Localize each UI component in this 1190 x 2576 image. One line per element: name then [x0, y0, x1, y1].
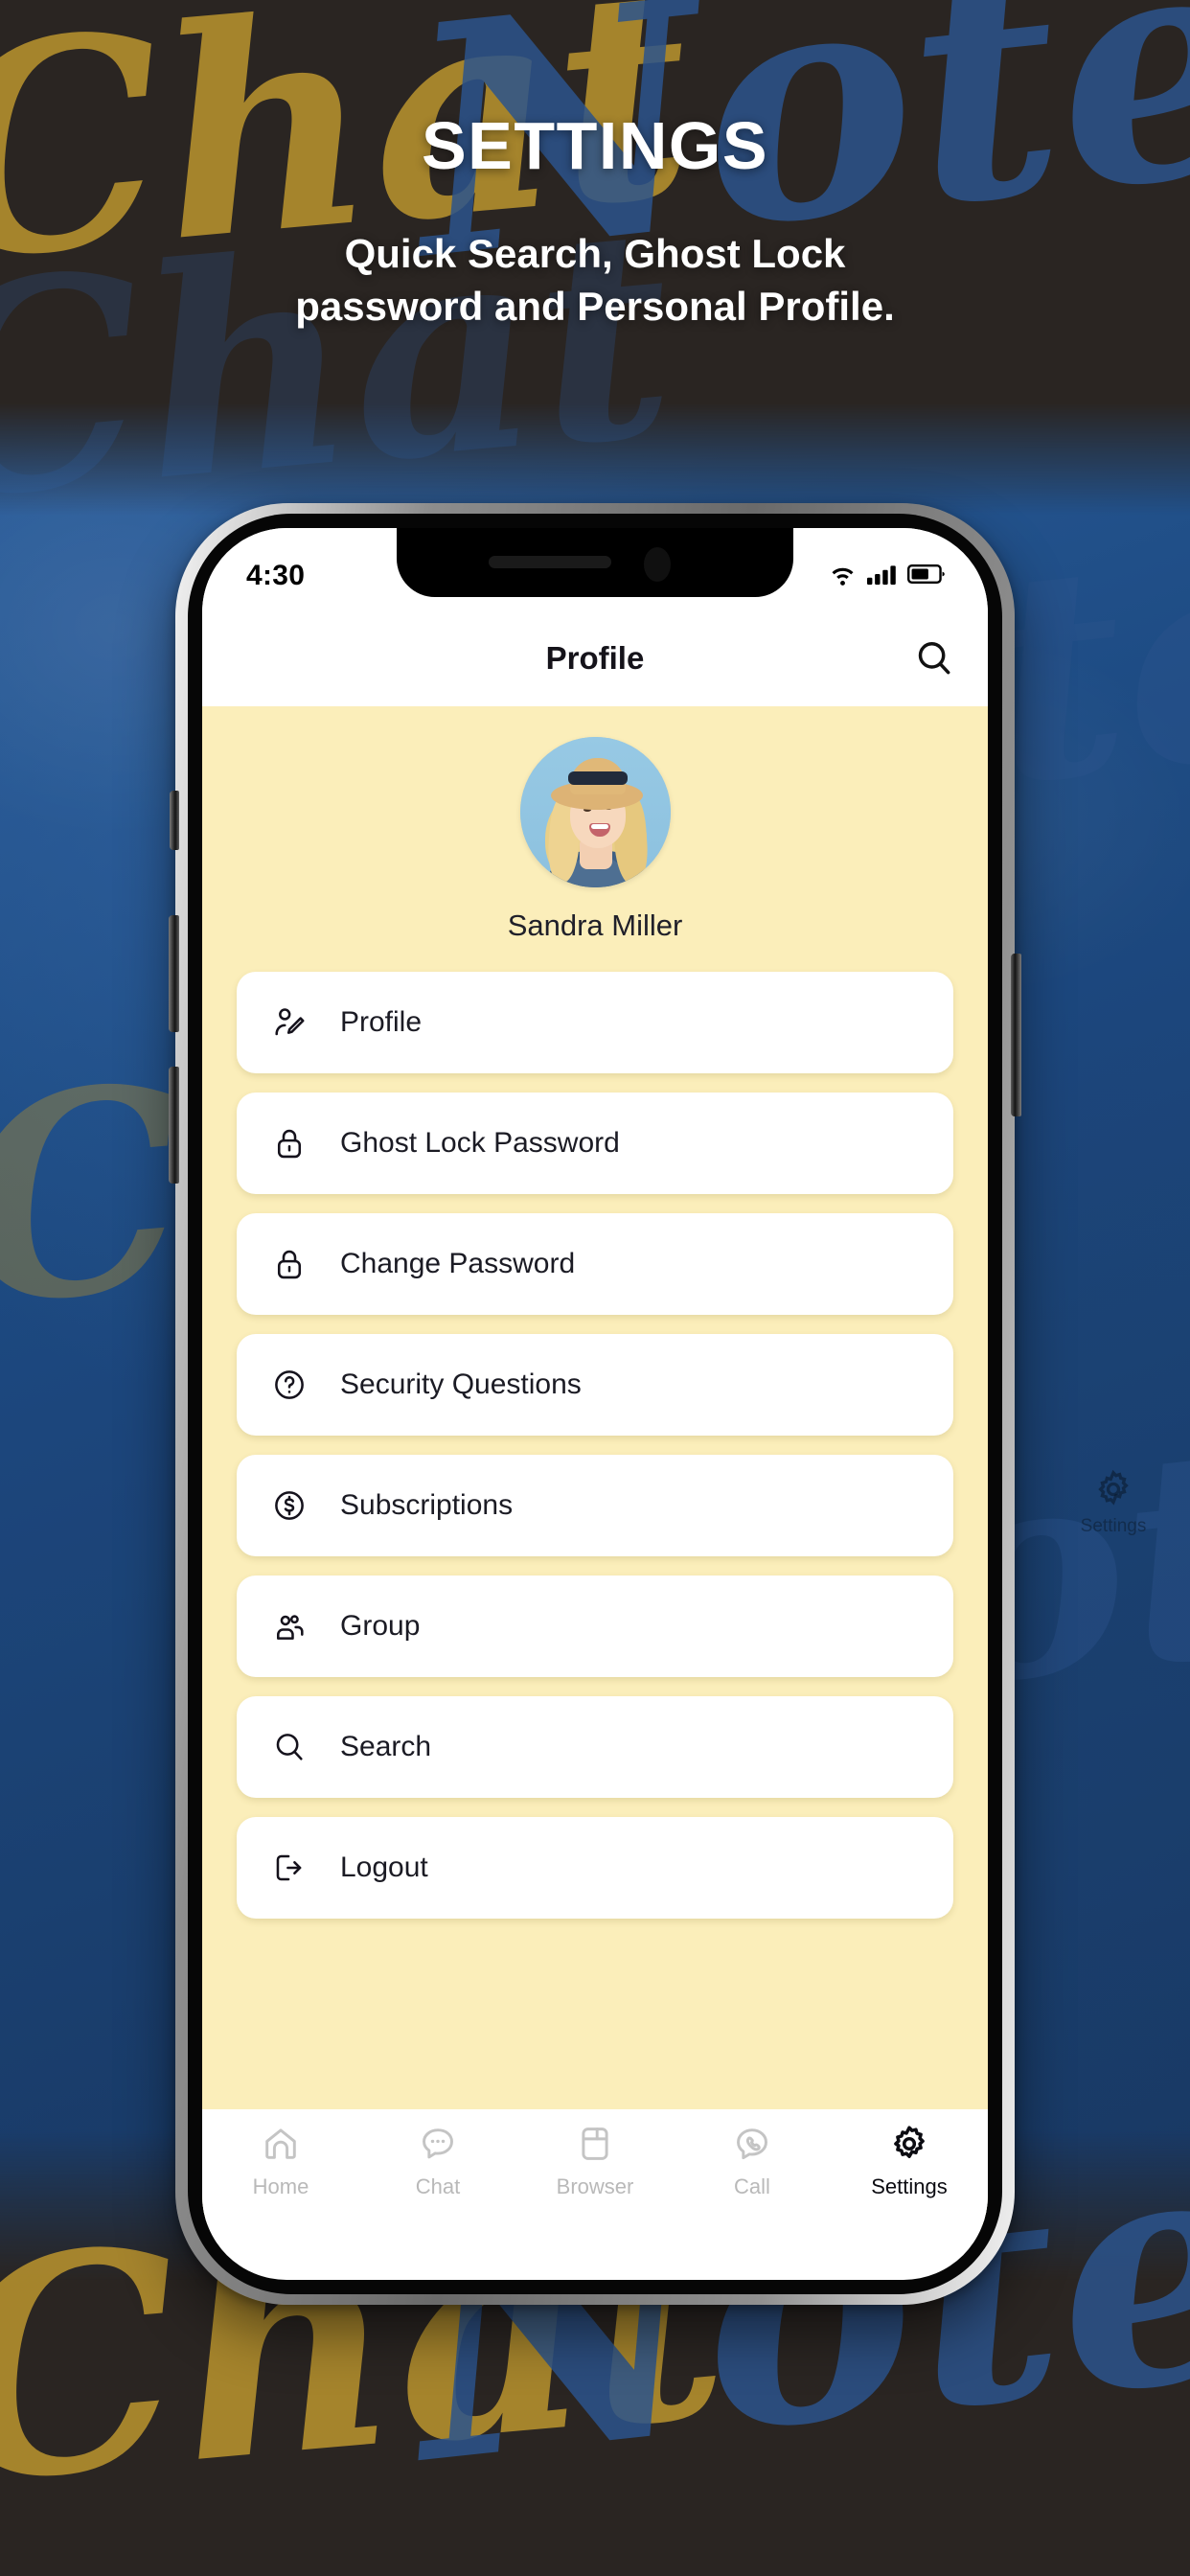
phone-notch	[397, 528, 793, 597]
menu-item-group[interactable]: Group	[237, 1576, 953, 1677]
menu-item-profile[interactable]: Profile	[237, 972, 953, 1073]
menu-item-label: Profile	[340, 1006, 423, 1038]
status-bar-time: 4:30	[246, 560, 306, 591]
app-content: Sandra Miller Profile Ghost Lock Passwor…	[202, 706, 988, 2226]
tab-settings[interactable]: Settings	[831, 2123, 988, 2199]
tab-label: Settings	[871, 2174, 948, 2198]
menu-item-label: Ghost Lock Password	[340, 1127, 620, 1159]
menu-item-change-password[interactable]: Change Password	[237, 1213, 953, 1315]
phone-mockup: 4:30 Profile Sandra Miller Profile Ghost…	[169, 503, 1021, 2305]
menu-item-label: Change Password	[340, 1248, 576, 1279]
app-bar-title: Profile	[545, 640, 645, 676]
cellular-signal-icon	[867, 563, 898, 590]
profile-edit-icon	[271, 1004, 308, 1041]
call-icon	[674, 2123, 831, 2169]
bottom-navigation: Home Chat Browser Call Settings	[202, 2109, 988, 2226]
chat-icon	[359, 2123, 516, 2169]
menu-item-subscriptions[interactable]: Subscriptions	[237, 1455, 953, 1556]
profile-header: Sandra Miller	[202, 706, 988, 943]
phone-volume-down-button[interactable]	[169, 1067, 179, 1184]
phone-volume-up-button[interactable]	[169, 915, 179, 1032]
lock-icon	[271, 1125, 308, 1162]
search-icon	[271, 1729, 308, 1765]
page-subtitle: Quick Search, Ghost Lock password and Pe…	[0, 228, 1190, 333]
app-bar: Profile	[202, 610, 988, 706]
tab-label: Call	[734, 2174, 770, 2198]
settings-menu: Profile Ghost Lock Password Change Passw…	[202, 972, 988, 1919]
page-subtitle-line1: Quick Search, Ghost Lock	[344, 231, 846, 276]
promo-screenshot: Chat Notes Chat Chat Notes Notes Chat Ch…	[0, 0, 1190, 2576]
menu-item-search[interactable]: Search	[237, 1696, 953, 1798]
logout-icon	[271, 1850, 308, 1886]
wifi-icon	[828, 563, 858, 590]
menu-item-label: Group	[340, 1610, 421, 1642]
earpiece-speaker	[489, 556, 611, 568]
status-bar-indicators	[828, 563, 946, 590]
phone-mute-switch[interactable]	[170, 791, 179, 850]
tab-call[interactable]: Call	[674, 2123, 831, 2199]
tab-browser[interactable]: Browser	[516, 2123, 674, 2199]
tab-chat[interactable]: Chat	[359, 2123, 516, 2199]
page-subtitle-line2: password and Personal Profile.	[295, 283, 895, 329]
page-title: SETTINGS	[421, 108, 769, 183]
battery-icon	[906, 563, 946, 590]
menu-item-label: Security Questions	[340, 1368, 582, 1400]
menu-item-ghost-lock-password[interactable]: Ghost Lock Password	[237, 1092, 953, 1194]
dollar-circle-icon	[271, 1487, 308, 1524]
search-icon[interactable]	[913, 637, 955, 679]
phone-power-button[interactable]	[1011, 954, 1021, 1116]
front-camera	[644, 547, 671, 582]
tab-home[interactable]: Home	[202, 2123, 359, 2199]
menu-item-label: Logout	[340, 1852, 428, 1883]
lock-icon	[271, 1246, 308, 1282]
menu-item-label: Subscriptions	[340, 1489, 514, 1521]
browser-icon	[516, 2123, 674, 2169]
menu-item-label: Search	[340, 1731, 432, 1762]
menu-item-logout[interactable]: Logout	[237, 1817, 953, 1919]
home-icon	[202, 2123, 359, 2169]
tab-label: Browser	[556, 2174, 634, 2198]
status-bar: 4:30	[202, 528, 988, 610]
avatar[interactable]	[519, 737, 671, 887]
phone-screen: 4:30 Profile Sandra Miller Profile Ghost…	[202, 528, 988, 2280]
tab-label: Chat	[415, 2174, 461, 2198]
gear-icon	[831, 2123, 988, 2169]
tab-label: Home	[252, 2174, 309, 2198]
question-circle-icon	[271, 1367, 308, 1403]
profile-name: Sandra Miller	[507, 908, 683, 942]
group-icon	[271, 1608, 308, 1644]
menu-item-security-questions[interactable]: Security Questions	[237, 1334, 953, 1436]
